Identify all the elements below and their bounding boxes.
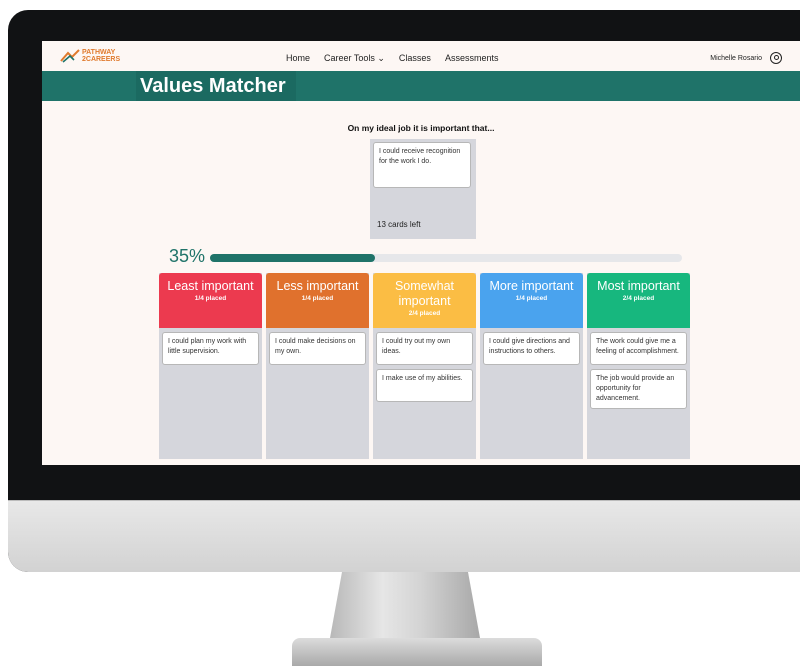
column-placed-count: 1/4 placed [301,295,334,302]
page-title: Values Matcher [136,71,296,101]
main-nav: Home Career Tools ⌄ Classes Assessments [286,53,498,64]
value-card[interactable]: The job would provide an opportunity for… [590,369,687,409]
value-card[interactable]: I could make decisions on my own. [269,332,366,365]
importance-columns: Least important 1/4 placed I could plan … [159,273,690,459]
column-placed-count: 1/4 placed [515,295,548,302]
column-title: Least important [167,279,254,293]
value-card[interactable]: I could try out my own ideas. [376,332,473,365]
value-card[interactable]: I make use of my abilities. [376,369,473,402]
pathway-logo-icon [60,49,80,63]
nav-classes[interactable]: Classes [399,53,431,64]
brand-name: PATHWAY 2CAREERS [82,49,120,63]
brand-logo[interactable]: PATHWAY 2CAREERS [60,49,120,63]
column-placed-count: 1/4 placed [194,295,227,302]
column-title: Most important [597,279,680,293]
column-most-important[interactable]: Most important 2/4 placed The work could… [587,273,690,459]
current-value-card[interactable]: I could receive recognition for the work… [373,142,471,188]
user-circle-icon[interactable] [770,52,782,64]
user-name: Michelle Rosario [710,54,762,62]
progress-bar [210,254,682,262]
monitor-stand-neck [330,572,480,638]
column-header: Less important 1/4 placed [266,273,369,328]
app-screen: PATHWAY 2CAREERS Home Career Tools ⌄ Cla… [42,41,800,465]
column-somewhat-important[interactable]: Somewhat important 2/4 placed I could tr… [373,273,476,459]
column-title: Somewhat important [394,279,455,308]
column-title: More important [489,279,574,293]
column-title: Less important [276,279,359,293]
user-menu[interactable]: Michelle Rosario [710,52,782,64]
card-deck: I could receive recognition for the work… [370,139,476,239]
column-least-important[interactable]: Least important 1/4 placed I could plan … [159,273,262,459]
top-navigation-bar: PATHWAY 2CAREERS Home Career Tools ⌄ Cla… [42,41,800,71]
brand-line-1: PATHWAY [82,49,116,56]
value-card[interactable]: I could plan my work with little supervi… [162,332,259,365]
brand-line-2: 2CAREERS [82,56,121,63]
monitor-frame: PATHWAY 2CAREERS Home Career Tools ⌄ Cla… [8,10,800,572]
column-cards: I could try out my own ideas. I make use… [373,328,476,406]
nav-home[interactable]: Home [286,53,310,64]
cards-remaining: 13 cards left [377,220,421,229]
progress-percent: 35% [169,246,206,266]
nav-assessments[interactable]: Assessments [445,53,499,64]
column-placed-count: 2/4 placed [622,295,655,302]
column-header: Most important 2/4 placed [587,273,690,328]
progress-fill [210,254,376,262]
value-card[interactable]: I could give directions and instructions… [483,332,580,365]
column-cards: The work could give me a feeling of acco… [587,328,690,413]
monitor-stand-base [292,638,542,666]
page-banner: Values Matcher [42,71,800,101]
value-card[interactable]: The work could give me a feeling of acco… [590,332,687,365]
nav-career-tools[interactable]: Career Tools ⌄ [324,53,385,64]
question-prompt: On my ideal job it is important that... [347,123,495,133]
column-header: Least important 1/4 placed [159,273,262,328]
column-cards: I could give directions and instructions… [480,328,583,369]
column-cards: I could plan my work with little supervi… [159,328,262,369]
column-placed-count: 2/4 placed [408,310,441,317]
column-header: Somewhat important 2/4 placed [373,273,476,328]
monitor-chin [8,500,800,572]
column-less-important[interactable]: Less important 1/4 placed I could make d… [266,273,369,459]
column-more-important[interactable]: More important 1/4 placed I could give d… [480,273,583,459]
column-cards: I could make decisions on my own. [266,328,369,369]
column-header: More important 1/4 placed [480,273,583,328]
